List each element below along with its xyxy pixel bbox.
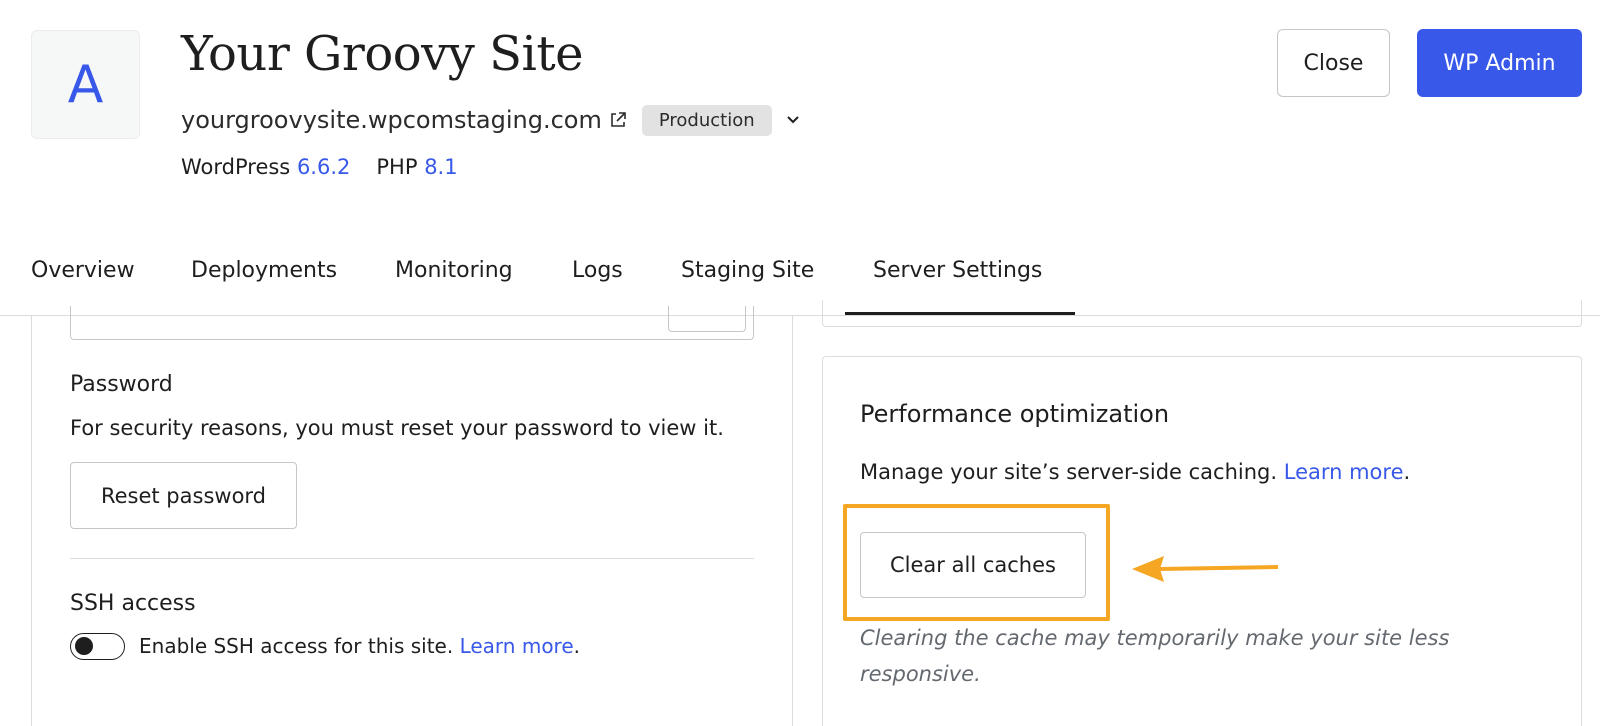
performance-learn-more-link[interactable]: Learn more: [1284, 460, 1404, 484]
ssh-access-heading: SSH access: [70, 591, 196, 616]
version-info: WordPress 6.6.2 PHP 8.1: [181, 155, 458, 179]
wp-admin-button[interactable]: WP Admin: [1417, 29, 1582, 97]
site-icon-letter: A: [67, 54, 104, 115]
reset-password-button[interactable]: Reset password: [70, 462, 297, 529]
cache-warning-note: Clearing the cache may temporarily make …: [860, 626, 1450, 686]
ssh-learn-more-link[interactable]: Learn more: [460, 634, 574, 658]
wordpress-version: 6.6.2: [296, 155, 351, 179]
partially-visible-field[interactable]: [70, 306, 754, 340]
chevron-down-icon[interactable]: [784, 111, 802, 129]
arrow-left-icon: [1132, 556, 1279, 582]
tab-server-settings[interactable]: Server Settings: [873, 258, 1042, 283]
ssh-toggle-label: Enable SSH access for this site. Learn m…: [139, 634, 580, 658]
php-version: 8.1: [424, 155, 458, 179]
domain-row: yourgroovysite.wpcomstaging.com Producti…: [181, 102, 802, 138]
divider: [70, 558, 754, 559]
password-heading: Password: [70, 372, 173, 397]
tab-staging-site[interactable]: Staging Site: [681, 258, 814, 283]
site-domain-link[interactable]: yourgroovysite.wpcomstaging.com: [181, 106, 602, 134]
toggle-knob: [75, 637, 93, 655]
wordpress-label: WordPress: [181, 155, 291, 179]
copy-button[interactable]: [668, 306, 746, 332]
tab-overview[interactable]: Overview: [31, 258, 135, 283]
tab-deployments[interactable]: Deployments: [191, 258, 337, 283]
performance-description: Manage your site’s server-side caching. …: [860, 460, 1411, 484]
site-title: Your Groovy Site: [181, 26, 584, 82]
password-description: For security reasons, you must reset you…: [70, 416, 724, 440]
tab-monitoring[interactable]: Monitoring: [395, 258, 513, 283]
close-button[interactable]: Close: [1277, 29, 1390, 97]
tab-logs[interactable]: Logs: [572, 258, 623, 283]
php-label: PHP: [376, 155, 418, 179]
ssh-toggle-text: Enable SSH access for this site.: [139, 634, 454, 658]
performance-heading: Performance optimization: [860, 400, 1170, 428]
site-icon: A: [31, 30, 140, 139]
clear-all-caches-button[interactable]: Clear all caches: [860, 532, 1086, 598]
ssh-toggle[interactable]: [70, 633, 125, 660]
performance-description-text: Manage your site’s server-side caching.: [860, 460, 1278, 484]
environment-badge: Production: [641, 104, 772, 136]
previous-card: [822, 300, 1582, 327]
external-link-icon[interactable]: [608, 110, 628, 130]
